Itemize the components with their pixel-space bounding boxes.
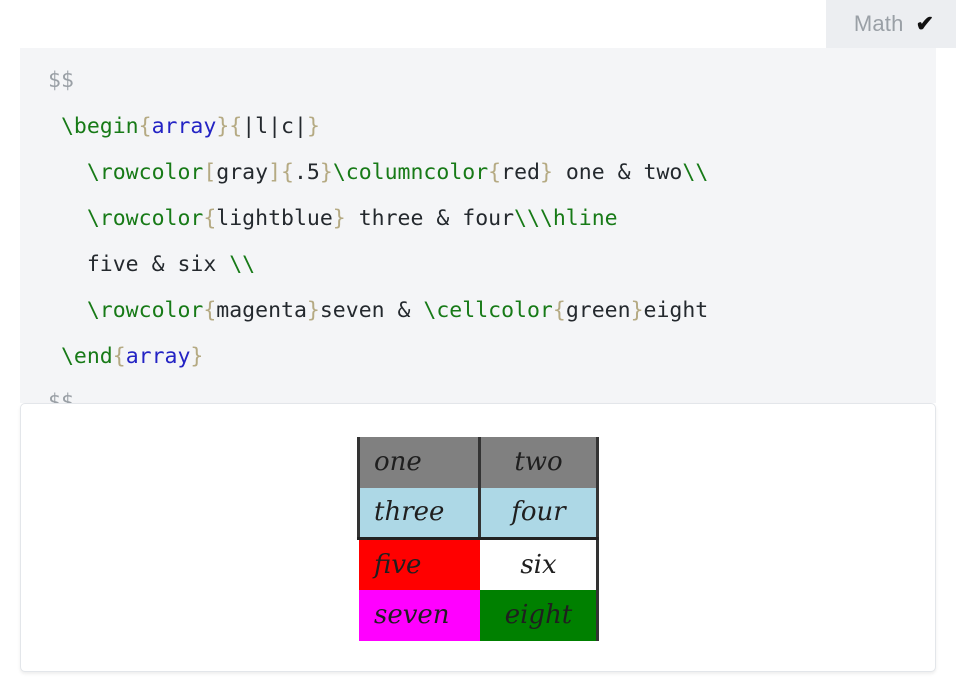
code-token-plain: |l|c| bbox=[242, 114, 307, 139]
math-display: one two three four five six seven eight bbox=[21, 404, 935, 671]
code-line: \rowcolor{lightblue} three & four\\\hlin… bbox=[48, 196, 936, 242]
code-token-cmd: \begin bbox=[60, 114, 139, 139]
code-token-brace: { bbox=[488, 160, 502, 185]
code-token-plain: five & six bbox=[86, 252, 230, 277]
code-token-brace: } bbox=[306, 114, 320, 139]
code-token-brace: { bbox=[203, 298, 217, 323]
code-token-brace: { bbox=[203, 206, 217, 231]
code-token-brace: } bbox=[630, 298, 644, 323]
code-token-cmd: \\ bbox=[229, 252, 256, 277]
code-token-brace: { bbox=[281, 160, 294, 185]
tab-math-label: Math bbox=[853, 11, 904, 36]
array-row: five six bbox=[358, 538, 599, 590]
array-cell: one bbox=[357, 436, 481, 488]
code-token-plain: red bbox=[501, 160, 540, 185]
code-line: \rowcolor[gray]{.5}\columncolor{red} one… bbox=[48, 150, 936, 196]
code-token-brace: ] bbox=[268, 160, 282, 185]
code-token-env: array bbox=[125, 344, 191, 369]
array-body: one two three four five six seven eight bbox=[357, 436, 599, 641]
code-token-cmd: \end bbox=[60, 344, 113, 369]
array-cell: seven bbox=[358, 589, 480, 641]
array-cell: eight bbox=[479, 589, 599, 641]
code-token-plain: green bbox=[565, 298, 631, 323]
check-icon: ✔ bbox=[915, 11, 934, 36]
code-token-plain: seven & bbox=[319, 298, 424, 323]
code-token-plain: .5 bbox=[293, 160, 320, 185]
array-row: one two bbox=[357, 436, 599, 488]
code-token-brace: } bbox=[332, 206, 346, 231]
code-line: \rowcolor{magenta}seven & \cellcolor{gre… bbox=[48, 288, 936, 334]
code-line: $$ bbox=[48, 380, 936, 403]
code-token-plain: magenta bbox=[216, 298, 307, 323]
code-token-brace: { bbox=[112, 344, 126, 369]
latex-source-editor[interactable]: $$ \begin{array}{|l|c|} \rowcolor[gray]{… bbox=[20, 48, 936, 403]
tab-strip: Math ✔ bbox=[0, 0, 956, 48]
code-line: five & six \\ bbox=[48, 242, 936, 288]
code-token-delim: $$ bbox=[48, 68, 74, 93]
code-token-brace: [ bbox=[203, 160, 217, 185]
code-token-plain: lightblue bbox=[216, 206, 333, 231]
code-token-env: array bbox=[151, 114, 217, 139]
code-token-plain: eight bbox=[643, 298, 709, 323]
code-line: $$ bbox=[48, 58, 936, 104]
code-token-cmd: \rowcolor bbox=[86, 298, 204, 323]
code-token-cmd: \\ bbox=[682, 160, 709, 185]
code-token-cmd: \rowcolor bbox=[86, 160, 204, 185]
rendered-array-table: one two three four five six seven eight bbox=[357, 436, 599, 641]
code-token-delim: $$ bbox=[48, 390, 74, 403]
code-token-cmd: \\\hline bbox=[514, 206, 618, 231]
code-token-plain: one & two bbox=[552, 160, 683, 185]
code-token-brace: } bbox=[319, 160, 333, 185]
code-token-brace: } bbox=[306, 298, 320, 323]
code-token-plain: gray bbox=[216, 160, 269, 185]
code-token-brace: { bbox=[229, 114, 243, 139]
array-cell: six bbox=[479, 538, 599, 590]
code-token-cmd: \columncolor bbox=[332, 160, 489, 185]
array-cell: three bbox=[357, 487, 481, 540]
code-token-cmd: \cellcolor bbox=[423, 298, 553, 323]
rendered-output-panel: one two three four five six seven eight bbox=[20, 403, 936, 672]
array-cell: two bbox=[478, 436, 599, 488]
code-lines[interactable]: $$ \begin{array}{|l|c|} \rowcolor[gray]{… bbox=[20, 58, 936, 403]
code-token-brace: { bbox=[552, 298, 566, 323]
code-token-plain: three & four bbox=[345, 206, 515, 231]
array-row: seven eight bbox=[358, 589, 599, 641]
tab-math[interactable]: Math ✔ bbox=[825, 0, 956, 48]
code-token-brace: { bbox=[138, 114, 152, 139]
code-line: \begin{array}{|l|c|} bbox=[48, 104, 936, 150]
array-cell: five bbox=[358, 538, 480, 590]
code-token-brace: } bbox=[539, 160, 553, 185]
code-line: \end{array} bbox=[48, 334, 936, 380]
code-token-brace: } bbox=[190, 344, 204, 369]
code-token-brace: } bbox=[216, 114, 230, 139]
array-cell: four bbox=[478, 487, 599, 540]
code-token-cmd: \rowcolor bbox=[86, 206, 204, 231]
array-row: three four bbox=[357, 487, 599, 540]
